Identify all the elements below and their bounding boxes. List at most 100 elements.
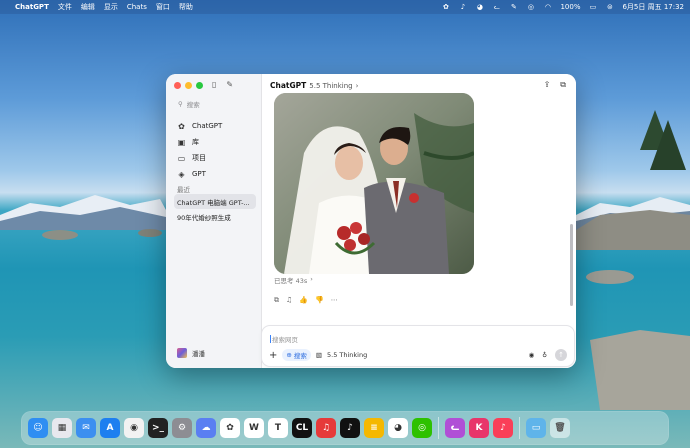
thought-label: 已思考 43s <box>274 277 308 285</box>
chatgpt-window: ▯ ✎ ⚲ 搜索 ✿ ChatGPT ▣ 库 ▭ 项目 ◈ GPT 最近 Cha… <box>166 74 576 368</box>
dock-trash-icon[interactable]: 🗑 <box>550 418 570 438</box>
composer-model-label[interactable]: 5.5 Thinking <box>327 351 367 359</box>
dock-chrome-icon[interactable]: ◉ <box>124 418 144 438</box>
sidebar-item-gpt[interactable]: ◈ GPT <box>174 166 256 182</box>
sidebar-search[interactable]: ⚲ 搜索 <box>174 97 254 110</box>
chat-scrollbar[interactable] <box>570 224 573 306</box>
dock-terminal-icon[interactable]: >_ <box>148 418 168 438</box>
battery-icon[interactable]: ▭ <box>588 3 597 11</box>
recent-chat-item[interactable]: 90年代婚纱照生成 <box>174 209 256 224</box>
chevron-right-icon: › <box>310 275 313 283</box>
dock-downloads-folder-icon[interactable]: ▭ <box>526 418 546 438</box>
minimize-window-button[interactable] <box>185 82 192 89</box>
chatgpt-status-icon[interactable]: ✿ <box>441 3 450 11</box>
model-name: 5.5 Thinking <box>309 82 353 90</box>
dock-mail-icon[interactable]: ✉ <box>76 418 96 438</box>
sidebar-nav: ✿ ChatGPT ▣ 库 ▭ 项目 ◈ GPT <box>174 118 256 182</box>
folder-icon: ▭ <box>177 153 186 163</box>
search-icon: ⚲ <box>178 99 183 108</box>
message-actions: ⧉ ♫ 👍 👎 ⋯ <box>274 296 338 305</box>
share-icon[interactable]: ⇪ <box>544 80 551 90</box>
qq-status-icon[interactable]: ◕ <box>475 3 484 11</box>
dock-notes-icon[interactable]: ≡ <box>364 418 384 438</box>
text-caret <box>270 335 271 343</box>
menu-edit[interactable]: 编辑 <box>81 2 95 12</box>
sidebar-item-label: ChatGPT <box>192 122 223 130</box>
dock-separator <box>438 417 439 439</box>
zoom-window-button[interactable] <box>196 82 203 89</box>
record-icon[interactable]: ◉ <box>529 351 535 359</box>
microphone-icon[interactable]: ♁ <box>542 351 547 359</box>
app-title: ChatGPT <box>270 81 307 90</box>
plus-icon[interactable]: + <box>269 350 277 361</box>
dock-wechat-icon[interactable]: ◎ <box>412 418 432 438</box>
recent-chats-list: ChatGPT 电脑端 GPT-... 90年代婚纱照生成 <box>174 194 256 224</box>
recent-chat-item[interactable]: ChatGPT 电脑端 GPT-... <box>174 194 256 209</box>
dock-netease-music-icon[interactable]: ♫ <box>316 418 336 438</box>
avatar <box>177 348 187 358</box>
sidebar-item-chatgpt[interactable]: ✿ ChatGPT <box>174 118 256 134</box>
library-icon: ▣ <box>177 137 186 147</box>
menu-window[interactable]: 窗口 <box>156 2 170 12</box>
menu-app-name[interactable]: ChatGPT <box>15 3 49 11</box>
wechat-status-icon[interactable]: ◎ <box>526 3 535 11</box>
more-icon[interactable]: ⋯ <box>331 296 338 305</box>
dock-qq-icon[interactable]: ◕ <box>388 418 408 438</box>
battery-percentage[interactable]: 100% <box>560 3 580 11</box>
dock-tiktok-icon[interactable]: ♪ <box>340 418 360 438</box>
sidebar-search-placeholder: 搜索 <box>186 100 200 109</box>
tiktok-status-icon[interactable]: ♪ <box>458 3 467 11</box>
profile-button[interactable]: 潘潘 <box>177 348 205 358</box>
dock-music-icon[interactable]: ♪ <box>493 418 513 438</box>
popout-icon[interactable]: ⧉ <box>560 80 566 90</box>
generated-wedding-photo[interactable] <box>274 93 474 274</box>
speaker-icon[interactable]: ♫ <box>286 296 292 305</box>
control-center-icon[interactable]: ⊜ <box>605 3 614 11</box>
sidebar-item-library[interactable]: ▣ 库 <box>174 134 256 150</box>
menu-view[interactable]: 显示 <box>104 2 118 12</box>
copy-icon[interactable]: ⧉ <box>274 296 279 305</box>
menu-help[interactable]: 帮助 <box>179 2 193 12</box>
web-search-label: 搜索 <box>293 352 307 360</box>
thought-duration[interactable]: 已思考 43s › <box>274 275 313 285</box>
thumbs-down-icon[interactable]: 👎 <box>315 296 324 305</box>
thumbs-up-icon[interactable]: 👍 <box>299 296 308 305</box>
menubar-datetime[interactable]: 6月5日 周五 17:32 <box>622 2 684 12</box>
pen-status-icon[interactable]: ✎ <box>509 3 518 11</box>
gpt-cube-icon: ◈ <box>178 169 185 179</box>
sidebar-item-projects[interactable]: ▭ 项目 <box>174 150 256 166</box>
dock-clion-icon[interactable]: CL <box>292 418 312 438</box>
recent-section-label: 最近 <box>177 186 190 194</box>
dock-finder-icon[interactable]: ☺ <box>28 418 48 438</box>
composer-placeholder: 搜索网页 <box>272 336 298 344</box>
dock-xmind-icon[interactable]: K <box>469 418 489 438</box>
globe-icon: ⊕ <box>286 351 292 359</box>
chevron-right-icon: › <box>355 82 359 90</box>
image-tool-icon[interactable]: ▧ <box>316 351 322 359</box>
model-selector[interactable]: ChatGPT 5.5 Thinking › <box>270 81 358 90</box>
cat-status-icon[interactable]: ᓚ <box>492 3 501 11</box>
profile-name: 潘潘 <box>192 350 205 358</box>
dock-chatbot-icon[interactable]: ☁ <box>196 418 216 438</box>
sidebar: ▯ ✎ ⚲ 搜索 ✿ ChatGPT ▣ 库 ▭ 项目 ◈ GPT 最近 Cha… <box>166 74 262 368</box>
dock-system-settings-icon[interactable]: ⚙ <box>172 418 192 438</box>
web-search-toggle[interactable]: ⊕ 搜索 <box>282 349 311 361</box>
dock-cat-app-icon[interactable]: ᓚ <box>445 418 465 438</box>
new-chat-icon[interactable]: ✎ <box>226 80 233 89</box>
message-composer[interactable]: 搜索网页 + ⊕ 搜索 ▧ 5.5 Thinking ◉ ♁ ↑ <box>262 326 574 366</box>
wifi-icon[interactable]: ◠ <box>543 3 552 11</box>
composer-input[interactable]: 搜索网页 <box>270 334 298 344</box>
menu-file[interactable]: 文件 <box>58 2 72 12</box>
dock-typora-icon[interactable]: T <box>268 418 288 438</box>
menu-chats[interactable]: Chats <box>127 3 147 11</box>
dock-launchpad-icon[interactable]: ▦ <box>52 418 72 438</box>
toggle-sidebar-icon[interactable]: ▯ <box>212 80 216 89</box>
dock-app-store-icon[interactable]: A <box>100 418 120 438</box>
close-window-button[interactable] <box>174 82 181 89</box>
sidebar-item-label: GPT <box>192 170 206 178</box>
dock-chatgpt-icon[interactable]: ✿ <box>220 418 240 438</box>
wedding-photo-image <box>274 93 474 274</box>
dock-separator <box>519 417 520 439</box>
dock-wps-icon[interactable]: W <box>244 418 264 438</box>
send-button[interactable]: ↑ <box>555 349 567 361</box>
